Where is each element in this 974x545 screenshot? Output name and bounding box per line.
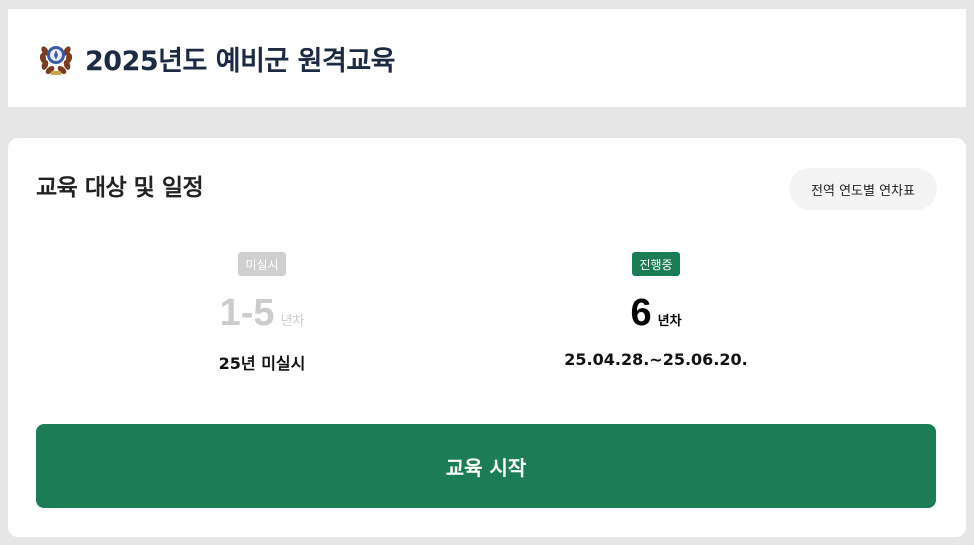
year-value: 1-5 [219, 292, 275, 334]
year-unit: 년차 [657, 314, 682, 329]
period-text: 25년 미실시 [218, 354, 306, 373]
year-unit: 년차 [280, 314, 305, 329]
status-badge: 진행중 [632, 252, 680, 276]
schedule-group-pending: 미실시 1-5 년차 25년 미실시 [42, 252, 482, 374]
year-chart-button[interactable]: 전역 연도별 연차표 [789, 168, 937, 210]
status-badge: 미실시 [238, 252, 286, 276]
year-range: 6 년차 [630, 292, 681, 336]
start-education-button[interactable]: 교육 시작 [36, 424, 936, 508]
year-value: 6 [630, 292, 652, 334]
schedule-group-active: 진행중 6 년차 25.04.28.~25.06.20. [436, 252, 876, 369]
page-header: 2025년도 예비군 원격교육 [8, 9, 966, 107]
page-title: 2025년도 예비군 원격교육 [85, 45, 396, 77]
section-title: 교육 대상 및 일정 [36, 175, 204, 201]
period-text: 25.04.28.~25.06.20. [564, 350, 748, 369]
schedule-card: 교육 대상 및 일정 전역 연도별 연차표 미실시 1-5 년차 25년 미실시… [8, 138, 966, 537]
year-range: 1-5 년차 [220, 292, 305, 336]
reserve-forces-emblem-icon [35, 37, 77, 79]
